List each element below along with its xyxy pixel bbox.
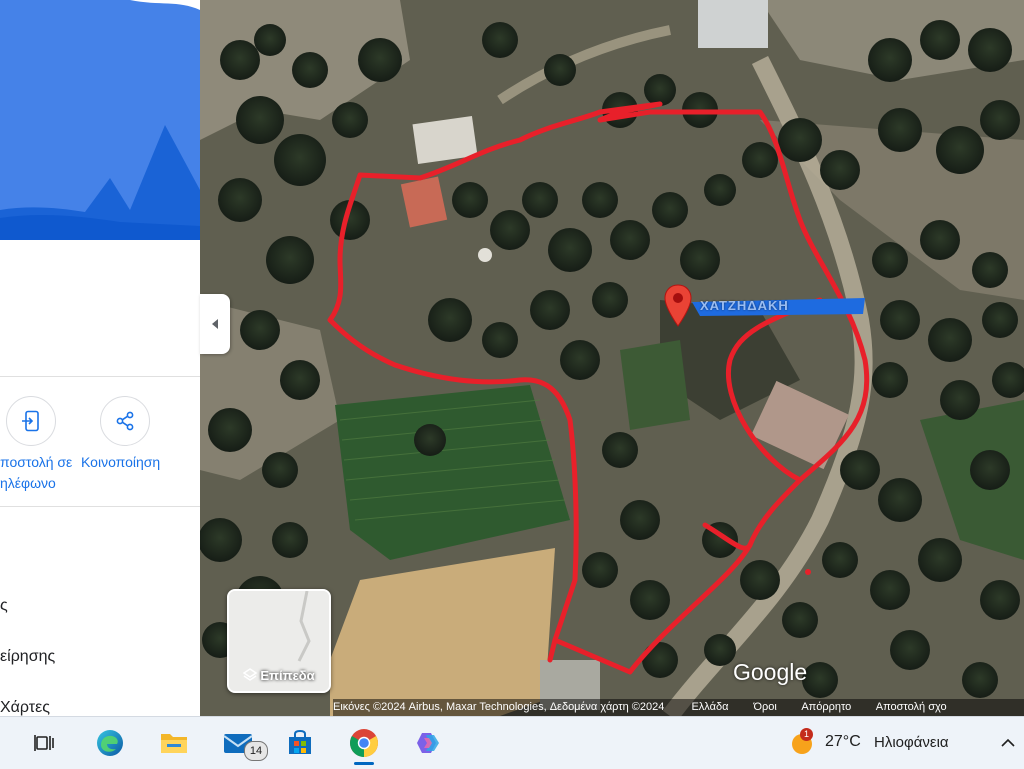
- location-pin-icon[interactable]: [663, 284, 693, 328]
- google-logo: Google: [733, 659, 808, 685]
- collapse-panel-button[interactable]: [200, 294, 230, 354]
- send-feedback-link[interactable]: Αποστολή σχο: [876, 701, 947, 713]
- weather-temperature[interactable]: 27°C: [825, 733, 861, 751]
- layers-label: Επίπεδα: [229, 668, 329, 683]
- country-link[interactable]: Ελλάδα: [691, 701, 728, 713]
- chrome-icon: [350, 729, 378, 757]
- copilot-button[interactable]: [412, 727, 444, 759]
- pin-label[interactable]: ΧΑΤΖΗΔΑΚΗ: [700, 298, 789, 313]
- divider: [0, 506, 200, 507]
- chevron-up-icon: [1001, 738, 1015, 747]
- show-hidden-icons-button[interactable]: [992, 727, 1024, 759]
- panel-list-item[interactable]: είρησης: [0, 648, 55, 666]
- weather-description[interactable]: Ηλιοφάνεια: [874, 734, 949, 751]
- file-explorer-button[interactable]: [158, 727, 190, 759]
- chrome-active-indicator: [354, 762, 374, 765]
- send-to-phone-button[interactable]: [6, 396, 56, 446]
- panel-list-item[interactable]: ς: [0, 597, 8, 615]
- divider: [0, 376, 200, 377]
- place-photo-header[interactable]: [0, 0, 200, 240]
- map-attribution: Εικόνες ©2024 Airbus, Maxar Technologies…: [333, 699, 1024, 716]
- place-photo-illustration: [0, 0, 200, 240]
- weather-alert-badge: 1: [800, 728, 813, 741]
- store-icon: [289, 729, 311, 754]
- task-view-icon: [34, 735, 54, 751]
- send-to-phone-label[interactable]: ποστολή σε ηλέφωνο: [0, 452, 72, 494]
- panel-list-item[interactable]: Χάρτες: [0, 699, 50, 716]
- layers-icon: [243, 668, 258, 681]
- imagery-credit: Εικόνες ©2024 Airbus, Maxar Technologies…: [333, 701, 665, 713]
- chevron-left-icon: [212, 319, 218, 329]
- folder-icon: [161, 734, 187, 753]
- send-to-phone-icon: [22, 410, 39, 432]
- mail-unread-badge: 14: [244, 741, 268, 761]
- layers-button[interactable]: Επίπεδα: [227, 589, 331, 693]
- edge-icon: [97, 730, 123, 756]
- chrome-browser-button[interactable]: [348, 727, 380, 759]
- task-view-button[interactable]: [28, 727, 60, 759]
- microsoft-store-button[interactable]: [284, 727, 316, 759]
- terms-link[interactable]: Όροι: [754, 701, 777, 713]
- privacy-link[interactable]: Απόρρητο: [801, 701, 851, 713]
- share-label[interactable]: Κοινοποίηση: [81, 452, 160, 473]
- edge-browser-button[interactable]: [94, 727, 126, 759]
- taskbar: 14 1 27°C Ηλιοφάνεια: [0, 716, 1024, 769]
- copilot-icon: [417, 733, 439, 753]
- share-button[interactable]: [100, 396, 150, 446]
- share-icon: [116, 411, 134, 431]
- side-panel: ποστολή σε ηλέφωνο Κοινοποίηση ς είρησης…: [0, 0, 200, 716]
